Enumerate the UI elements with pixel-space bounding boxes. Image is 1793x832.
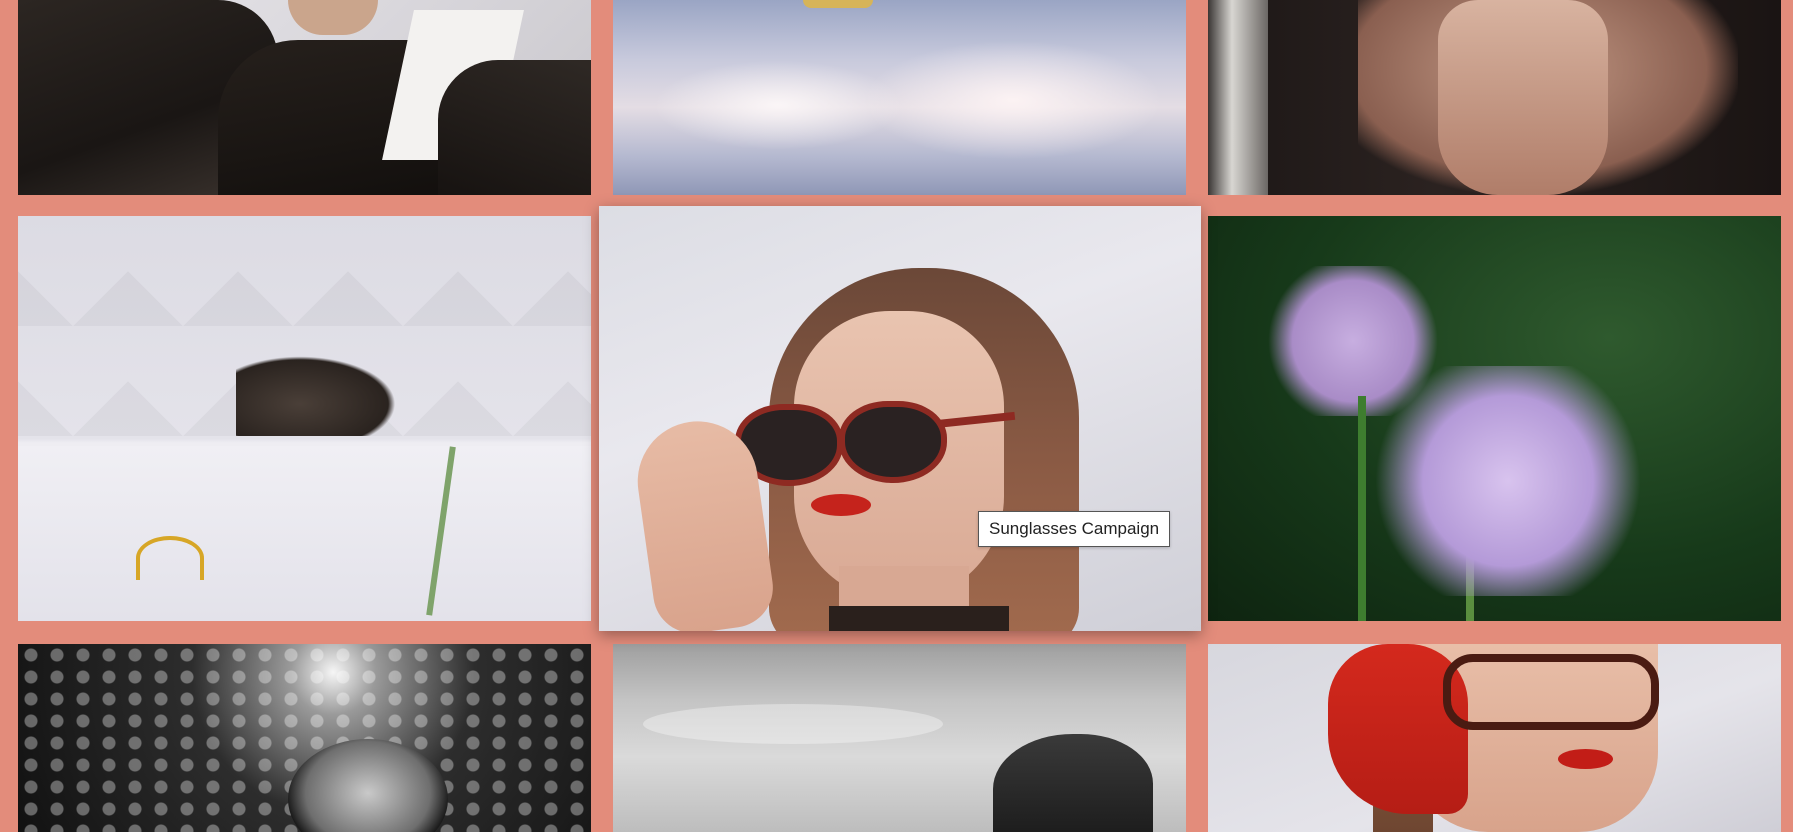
red-lips bbox=[1558, 749, 1613, 769]
flowers-photo bbox=[1208, 216, 1781, 621]
bw-rock-photo bbox=[613, 644, 1186, 832]
jacket-sleeve-right bbox=[438, 60, 591, 195]
scarf bbox=[829, 606, 1009, 631]
sunglasses bbox=[1443, 654, 1659, 730]
hands-face-photo bbox=[1208, 0, 1781, 195]
gallery-item-leather-jacket[interactable] bbox=[18, 0, 591, 195]
gallery-item-clouds[interactable] bbox=[613, 0, 1186, 195]
gallery-item-red-beret[interactable] bbox=[1208, 644, 1781, 832]
yellow-flower bbox=[136, 536, 204, 580]
gallery-item-hands-face[interactable] bbox=[1208, 0, 1781, 195]
hands bbox=[1438, 0, 1608, 195]
sunglasses-woman-photo bbox=[599, 206, 1201, 631]
gallery-item-flowers[interactable] bbox=[1208, 216, 1781, 621]
hand bbox=[288, 0, 378, 35]
gallery-item-bw-rock[interactable] bbox=[613, 644, 1186, 832]
bw-portrait-photo bbox=[18, 644, 591, 832]
window-frame bbox=[1208, 0, 1268, 195]
golden-peak bbox=[803, 0, 873, 8]
floral-blanket bbox=[18, 446, 591, 621]
red-lips bbox=[811, 494, 871, 516]
flower-cluster bbox=[1358, 366, 1658, 596]
cloud bbox=[863, 40, 1163, 160]
cloud bbox=[643, 704, 943, 744]
gallery-item-sunglasses-woman[interactable] bbox=[599, 206, 1201, 631]
gallery-item-cat[interactable] bbox=[18, 216, 591, 621]
image-title-tooltip: Sunglasses Campaign bbox=[978, 511, 1171, 547]
clouds-photo bbox=[613, 0, 1186, 195]
cat-photo bbox=[18, 216, 591, 621]
gallery-item-bw-portrait[interactable] bbox=[18, 644, 591, 832]
sunglasses-lens-right bbox=[839, 401, 947, 483]
cat-head bbox=[236, 356, 396, 436]
leather-jacket-photo bbox=[18, 0, 591, 195]
rock-formation bbox=[993, 734, 1153, 832]
red-beret-photo bbox=[1208, 644, 1781, 832]
photo-gallery-grid bbox=[0, 0, 1793, 832]
